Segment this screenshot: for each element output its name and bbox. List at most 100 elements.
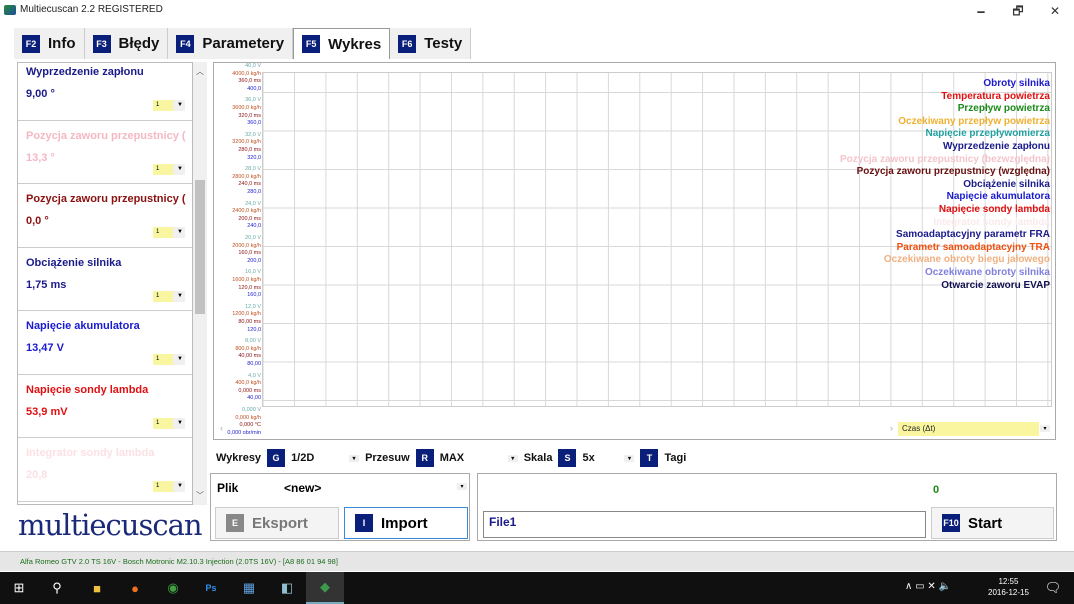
parameter-value: 1,75 ms bbox=[26, 278, 67, 291]
y-tick-label: 4,0 V bbox=[248, 372, 261, 379]
y-tick-label: 160,0 bbox=[247, 292, 261, 299]
y-tick-label: 360,0 bbox=[247, 120, 261, 127]
parameter-name: Napięcie sondy lambda bbox=[26, 383, 149, 396]
sample-counter: 0 bbox=[933, 484, 940, 496]
parameter-card[interactable]: Napięcie sondy lambda 53,9 mV 1 ▼ bbox=[18, 375, 192, 438]
y-tick-label: 360,0 ms bbox=[238, 78, 261, 85]
minimize-button[interactable]: 🗕 bbox=[966, 2, 996, 20]
scale-select[interactable]: 1 ▼ bbox=[153, 481, 185, 492]
parameter-card[interactable]: Integrator sondy lambda 20,8 1 ▼ bbox=[18, 438, 192, 502]
parameter-card[interactable]: Napięcie akumulatora 13,47 V 1 ▼ bbox=[18, 311, 192, 375]
chevron-down-icon[interactable]: ▼ bbox=[177, 227, 183, 238]
scale-select[interactable]: 1 ▼ bbox=[153, 227, 185, 238]
tab-parametery[interactable]: F4 Parametery bbox=[168, 28, 294, 59]
scale-select[interactable]: 1 ▼ bbox=[153, 100, 185, 111]
y-tick-label: 16,0 V bbox=[245, 269, 261, 276]
scale-select[interactable]: 1 ▼ bbox=[153, 417, 185, 429]
file-dropdown-icon[interactable]: ▾ bbox=[457, 483, 467, 490]
scale-value: 1 bbox=[153, 100, 173, 111]
legend-item: Wyprzedzenie zapłonu bbox=[942, 140, 1050, 152]
time-axis-select[interactable]: Czas (Δt) bbox=[898, 422, 1039, 436]
firefox-icon[interactable]: ● bbox=[116, 572, 154, 604]
y-tick-label: 80,00 ms bbox=[238, 319, 261, 325]
scale-value: 1 bbox=[153, 227, 173, 238]
filename-input[interactable]: File1 bbox=[483, 511, 926, 538]
przesuw-key: R bbox=[415, 449, 434, 467]
legend-item: Oczekiwane obroty silnika bbox=[924, 266, 1050, 278]
scale-select[interactable]: 1 ▼ bbox=[153, 163, 185, 175]
chevron-down-icon[interactable]: ▼ bbox=[177, 100, 183, 111]
tray-icons[interactable]: ∧ ▭ ✕ 🔈 bbox=[905, 581, 951, 592]
y-tick-label: 1600,0 kg/h bbox=[232, 277, 261, 283]
chevron-down-icon[interactable]: ▼ bbox=[177, 418, 183, 429]
y-tick-label: 160,0 ms bbox=[238, 250, 261, 257]
chart-controls: Wykresy G 1/2D ▾ Przesuw R MAX ▾ Skala S… bbox=[216, 449, 686, 467]
chevron-down-icon[interactable]: ▼ bbox=[177, 354, 183, 365]
multiecuscan-logo: multiecuscan bbox=[18, 508, 203, 542]
tab-wykres[interactable]: F5 Wykres bbox=[293, 28, 391, 59]
parameter-value: 20,8 bbox=[26, 469, 48, 481]
photoshop-icon[interactable]: Ps bbox=[192, 572, 230, 604]
file-panel: Plik <new> ▾ E Eksport I Import bbox=[210, 473, 470, 541]
parameter-card[interactable]: Obciążenie silnika 1,75 ms 1 ▼ bbox=[18, 248, 192, 311]
parameter-name: Pozycja zaworu przepustnicy ( bbox=[26, 193, 186, 205]
przesuw-dropdown-icon[interactable]: ▾ bbox=[507, 454, 518, 462]
parameter-card[interactable]: Pozycja zaworu przepustnicy ( 0,0 ° 1 ▼ bbox=[18, 184, 192, 248]
tab-testy[interactable]: F6 Testy bbox=[390, 28, 472, 59]
tagi-key[interactable]: T bbox=[640, 449, 659, 467]
status-bar: Alfa Romeo GTV 2.0 TS 16V - Bosch Motron… bbox=[0, 551, 1074, 571]
y-tick-label: 24,0 V bbox=[245, 200, 261, 207]
y-tick-label: 3600,0 kg/h bbox=[232, 105, 261, 111]
scroll-left-icon[interactable]: ‹ bbox=[220, 423, 223, 433]
chevron-down-icon[interactable]: ▼ bbox=[177, 481, 183, 492]
tagi-button[interactable]: Tagi bbox=[664, 452, 686, 464]
skala-key: S bbox=[558, 449, 577, 467]
file-explorer-icon[interactable]: ■ bbox=[78, 572, 116, 604]
skala-dropdown-icon[interactable]: ▾ bbox=[624, 454, 635, 462]
scroll-down-icon[interactable]: ﹀ bbox=[193, 490, 207, 501]
app-icon-blue[interactable]: ▦ bbox=[230, 572, 268, 604]
start-button[interactable]: F10 Start bbox=[931, 507, 1054, 539]
y-tick-label: 3200,0 kg/h bbox=[232, 139, 261, 146]
wykresy-dropdown-icon[interactable]: ▾ bbox=[349, 454, 360, 462]
parameter-list-scrollbar[interactable]: ︿ ﹀ bbox=[193, 62, 207, 505]
notifications-icon[interactable]: 🗨 bbox=[1034, 572, 1072, 604]
multiecuscan-taskbar-icon[interactable]: ◆ bbox=[306, 572, 344, 604]
chrome-icon[interactable]: ◉ bbox=[154, 572, 192, 604]
windows-start-icon[interactable]: ⊞ bbox=[0, 572, 38, 604]
clock[interactable]: 12:55 2016-12-15 bbox=[988, 576, 1029, 598]
wykresy-select[interactable]: 1/2D bbox=[291, 452, 343, 464]
y-tick-label: 1200,0 kg/h bbox=[232, 311, 261, 318]
legend-item: Pozycja zaworu przepustnicy (względna) bbox=[856, 166, 1050, 178]
app-icon-notes[interactable]: ◧ bbox=[268, 572, 306, 604]
parameter-card[interactable]: Pozycja zaworu przepustnicy ( 13,3 ° 1 ▼ bbox=[18, 121, 192, 184]
scroll-right-icon[interactable]: › bbox=[890, 423, 893, 433]
file-select[interactable]: <new> bbox=[284, 481, 321, 495]
close-button[interactable]: ✕ bbox=[1040, 2, 1070, 20]
scale-select[interactable]: 1 ▼ bbox=[153, 354, 185, 365]
chevron-down-icon[interactable]: ▼ bbox=[177, 164, 183, 175]
chevron-down-icon[interactable]: ▼ bbox=[177, 291, 183, 302]
y-tick-label: 40,00 ms bbox=[238, 353, 261, 360]
legend-item: Przepływ powietrza bbox=[957, 103, 1050, 115]
scale-select[interactable]: 1 ▼ bbox=[153, 290, 185, 302]
vehicle-info: Alfa Romeo GTV 2.0 TS 16V - Bosch Motron… bbox=[20, 557, 338, 566]
parameter-name: Integrator sondy lambda bbox=[26, 447, 155, 459]
przesuw-select[interactable]: MAX bbox=[440, 452, 502, 464]
tab-błędy[interactable]: F3 Błędy bbox=[84, 28, 169, 59]
y-tick-label: 40,0 V bbox=[245, 63, 261, 69]
import-button[interactable]: I Import bbox=[344, 507, 468, 539]
parameter-card[interactable]: Wyprzedzenie zapłonu 9,00 ° 1 ▼ bbox=[18, 63, 192, 121]
export-button[interactable]: E Eksport bbox=[215, 507, 339, 539]
maximize-button[interactable]: 🗗 bbox=[1003, 2, 1033, 20]
tab-info[interactable]: F2 Info bbox=[14, 28, 85, 59]
search-icon[interactable]: ⚲ bbox=[38, 572, 76, 604]
fkey-badge: F4 bbox=[176, 34, 195, 53]
skala-select[interactable]: 5x bbox=[582, 452, 618, 464]
scroll-up-icon[interactable]: ︿ bbox=[193, 66, 207, 77]
y-tick-label: 320,0 bbox=[247, 154, 261, 161]
time-axis-dropdown-icon[interactable]: ▾ bbox=[1040, 425, 1050, 432]
scroll-thumb[interactable] bbox=[195, 180, 205, 314]
przesuw-label: Przesuw bbox=[365, 452, 410, 464]
legend-item: Parametr samoadaptacyjny TRA bbox=[896, 241, 1050, 253]
